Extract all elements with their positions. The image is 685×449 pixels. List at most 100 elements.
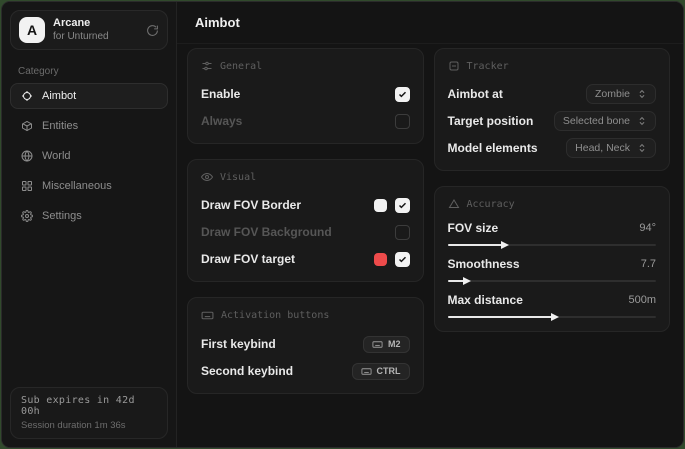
- slider-row-smoothness: Smoothness 7.7: [448, 257, 657, 282]
- setting-label: Smoothness: [448, 257, 520, 271]
- slider-value: 94°: [639, 222, 656, 234]
- slider-thumb[interactable]: [551, 313, 559, 321]
- setting-row-aimbot-at: Aimbot at Zombie: [448, 83, 657, 105]
- app-subtitle: for Unturned: [53, 31, 138, 44]
- enable-checkbox[interactable]: [395, 87, 410, 102]
- crosshair-icon: [21, 90, 33, 102]
- keyboard-icon: [361, 366, 372, 377]
- triangle-icon: [448, 198, 460, 210]
- setting-label: Aimbot at: [448, 87, 503, 101]
- tracker-card: Tracker Aimbot at Zombie Target position: [434, 48, 671, 171]
- subscription-info-card: Sub expires in 42d 00h Session duration …: [10, 387, 168, 439]
- gear-icon: [21, 210, 33, 222]
- main-header: Aimbot: [177, 2, 683, 44]
- visual-card-title: Visual: [201, 171, 410, 183]
- model-elements-dropdown[interactable]: Head, Neck: [566, 138, 656, 158]
- fov-target-checkbox[interactable]: [395, 252, 410, 267]
- setting-row-fov-background: Draw FOV Background: [201, 221, 410, 243]
- tracker-card-title: Tracker: [448, 60, 657, 72]
- card-title-text: General: [220, 61, 262, 72]
- smoothness-slider[interactable]: [448, 280, 657, 282]
- setting-label: Target position: [448, 114, 534, 128]
- app-header-card: A Arcane for Unturned: [10, 10, 168, 50]
- sidebar-item-label: Settings: [42, 210, 82, 222]
- app-name: Arcane: [53, 17, 138, 31]
- card-title-text: Tracker: [467, 61, 509, 72]
- scan-icon: [448, 60, 460, 72]
- setting-row-fov-border: Draw FOV Border: [201, 194, 410, 216]
- fov-size-slider[interactable]: [448, 244, 657, 246]
- app-logo: A: [19, 17, 45, 43]
- setting-row-first-keybind: First keybind M2: [201, 333, 410, 355]
- fov-target-color-swatch[interactable]: [374, 253, 387, 266]
- dropdown-value: Head, Neck: [575, 142, 630, 154]
- sidebar-item-miscellaneous[interactable]: Miscellaneous: [10, 173, 168, 199]
- general-card-title: General: [201, 60, 410, 72]
- sidebar-item-settings[interactable]: Settings: [10, 203, 168, 229]
- setting-label: Enable: [201, 87, 240, 101]
- visual-card: Visual Draw FOV Border Draw FOV Backgrou…: [187, 159, 424, 282]
- setting-label: Draw FOV target: [201, 252, 295, 266]
- card-title-text: Visual: [220, 172, 256, 183]
- setting-label: Draw FOV Background: [201, 225, 332, 239]
- content: General Enable Always: [177, 44, 683, 447]
- aimbot-at-dropdown[interactable]: Zombie: [586, 84, 656, 104]
- slider-row-max-distance: Max distance 500m: [448, 293, 657, 318]
- fov-border-checkbox[interactable]: [395, 198, 410, 213]
- setting-row-second-keybind: Second keybind CTRL: [201, 360, 410, 382]
- right-column: Tracker Aimbot at Zombie Target position: [434, 48, 671, 437]
- activation-card-title: Activation buttons: [201, 309, 410, 322]
- max-distance-slider[interactable]: [448, 316, 657, 318]
- eye-icon: [201, 171, 213, 183]
- slider-thumb[interactable]: [501, 241, 509, 249]
- target-position-dropdown[interactable]: Selected bone: [554, 111, 656, 131]
- setting-row-target-position: Target position Selected bone: [448, 110, 657, 132]
- dropdown-value: Selected bone: [563, 115, 630, 127]
- sidebar: A Arcane for Unturned Category Aimbot: [2, 2, 177, 447]
- accuracy-card: Accuracy FOV size 94° Smoothness: [434, 186, 671, 332]
- setting-label: Model elements: [448, 141, 538, 155]
- keybind-value: CTRL: [377, 366, 401, 376]
- sidebar-item-entities[interactable]: Entities: [10, 113, 168, 139]
- second-keybind-button[interactable]: CTRL: [352, 363, 410, 380]
- accuracy-card-title: Accuracy: [448, 198, 657, 210]
- slider-row-fov-size: FOV size 94°: [448, 221, 657, 246]
- category-label: Category: [2, 58, 176, 81]
- first-keybind-button[interactable]: M2: [363, 336, 410, 353]
- chevrons-up-down-icon: [637, 143, 647, 153]
- setting-row-fov-target: Draw FOV target: [201, 248, 410, 270]
- setting-label: Second keybind: [201, 364, 293, 378]
- sliders-icon: [201, 60, 213, 72]
- keyboard-icon: [201, 309, 214, 322]
- fov-background-checkbox[interactable]: [395, 225, 410, 240]
- sidebar-item-label: Aimbot: [42, 90, 76, 102]
- keyboard-icon: [372, 339, 383, 350]
- setting-label: Always: [201, 114, 242, 128]
- sidebar-item-label: Entities: [42, 120, 78, 132]
- slider-thumb[interactable]: [463, 277, 471, 285]
- general-card: General Enable Always: [187, 48, 424, 144]
- fov-border-color-swatch[interactable]: [374, 199, 387, 212]
- refresh-icon[interactable]: [146, 24, 159, 37]
- setting-label: FOV size: [448, 221, 499, 235]
- sidebar-item-label: Miscellaneous: [42, 180, 112, 192]
- app-meta: Arcane for Unturned: [53, 17, 138, 43]
- chevrons-up-down-icon: [637, 116, 647, 126]
- card-title-text: Accuracy: [467, 199, 515, 210]
- session-duration-text: Session duration 1m 36s: [21, 420, 157, 431]
- always-checkbox[interactable]: [395, 114, 410, 129]
- sidebar-item-world[interactable]: World: [10, 143, 168, 169]
- setting-row-always: Always: [201, 110, 410, 132]
- grid-icon: [21, 180, 33, 192]
- dropdown-value: Zombie: [595, 88, 630, 100]
- setting-row-model-elements: Model elements Head, Neck: [448, 137, 657, 159]
- slider-value: 7.7: [641, 258, 656, 270]
- sub-expiry-text: Sub expires in 42d 00h: [21, 395, 157, 417]
- card-title-text: Activation buttons: [221, 310, 329, 321]
- setting-label: First keybind: [201, 337, 276, 351]
- left-column: General Enable Always: [187, 48, 424, 437]
- sidebar-item-aimbot[interactable]: Aimbot: [10, 83, 168, 109]
- setting-label: Draw FOV Border: [201, 198, 301, 212]
- main-panel: Aimbot General Enable: [177, 2, 683, 447]
- globe-icon: [21, 150, 33, 162]
